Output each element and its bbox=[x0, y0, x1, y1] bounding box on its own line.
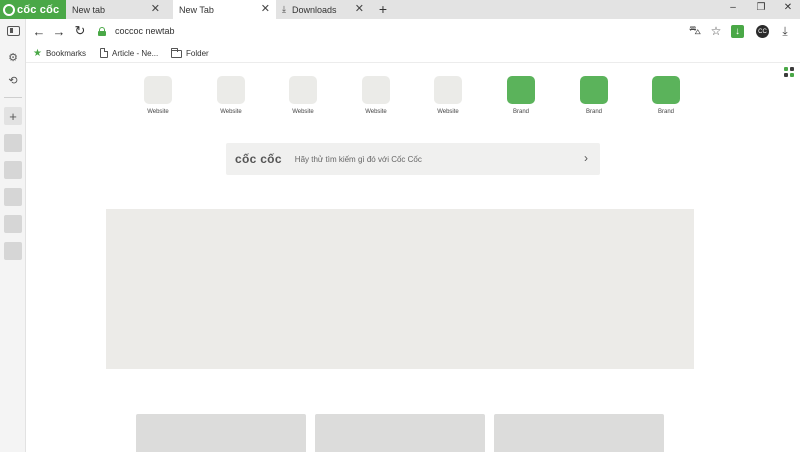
site-tile bbox=[362, 76, 390, 104]
news-card[interactable] bbox=[494, 414, 664, 452]
search-placeholder: Hãy thử tìm kiếm gì đó với Cốc Cốc bbox=[294, 154, 422, 164]
sidebar-slot[interactable] bbox=[4, 215, 22, 233]
tab-new-tab-1[interactable]: New tab ✕ bbox=[66, 0, 166, 19]
avatar[interactable]: CC bbox=[756, 25, 769, 38]
reload-button[interactable]: ↻ bbox=[72, 23, 88, 39]
toolbar: ← → ↻ coccoc newtab ⛍ ☆ ↓ CC ⤓ bbox=[26, 19, 800, 43]
close-icon[interactable]: ✕ bbox=[151, 2, 160, 15]
brand-name: cốc cốc bbox=[17, 3, 60, 16]
sidebar-slot[interactable] bbox=[4, 161, 22, 179]
browser-menu-button[interactable]: cốc cốc bbox=[0, 0, 66, 19]
news-card[interactable] bbox=[136, 414, 306, 452]
coccoc-search-logo: cốc cốc bbox=[235, 152, 282, 166]
sidebar-panel-icon[interactable] bbox=[7, 26, 20, 36]
bookmark-label: Article - Ne... bbox=[112, 48, 159, 58]
tab-label: New Tab bbox=[179, 4, 214, 15]
tab-strip: cốc cốc New tab ✕ New Tab ✕ ⤓ Downloads … bbox=[0, 0, 800, 19]
speed-dial-website[interactable]: Website bbox=[211, 76, 251, 115]
star-icon: ★ bbox=[33, 47, 42, 59]
tile-label: Brand bbox=[585, 109, 602, 115]
downloads-icon[interactable]: ⤓ bbox=[777, 23, 793, 39]
news-card[interactable] bbox=[315, 414, 485, 452]
cart-icon[interactable]: ⛍ bbox=[687, 23, 703, 39]
minimize-button[interactable]: – bbox=[726, 2, 740, 13]
tile-label: Website bbox=[220, 109, 242, 115]
brand-tile bbox=[507, 76, 535, 104]
speed-dial-website[interactable]: Website bbox=[138, 76, 178, 115]
speed-dial-brand[interactable]: Brand bbox=[501, 76, 541, 115]
bookmark-label: Folder bbox=[186, 48, 209, 58]
site-tile bbox=[144, 76, 172, 104]
sidebar-add-button[interactable]: + bbox=[4, 107, 22, 125]
sidebar-slot[interactable] bbox=[4, 188, 22, 206]
folder-icon bbox=[171, 48, 182, 58]
new-tab-button[interactable]: + bbox=[376, 1, 390, 17]
restore-button[interactable]: ❐ bbox=[754, 2, 768, 13]
address-bar[interactable]: coccoc newtab bbox=[98, 21, 748, 41]
hero-banner[interactable] bbox=[106, 209, 694, 369]
tile-label: Brand bbox=[657, 109, 674, 115]
bookmark-item-folder[interactable]: Folder bbox=[171, 46, 209, 60]
tab-label: New tab bbox=[72, 4, 106, 15]
speed-dial-brand[interactable]: Brand bbox=[574, 76, 614, 115]
history-icon[interactable]: ⟲ bbox=[6, 73, 20, 87]
site-tile bbox=[289, 76, 317, 104]
close-icon[interactable]: ✕ bbox=[355, 2, 364, 15]
close-icon[interactable]: ✕ bbox=[261, 2, 270, 15]
site-tile bbox=[217, 76, 245, 104]
new-tab-page: Website Website Website Website Website … bbox=[26, 63, 800, 452]
tile-label: Website bbox=[437, 109, 459, 115]
bookmark-star-icon[interactable]: ☆ bbox=[708, 23, 724, 39]
tile-label: Brand bbox=[512, 109, 529, 115]
tab-label: Downloads bbox=[291, 4, 337, 15]
speed-dial-brand[interactable]: Brand bbox=[646, 76, 686, 115]
chevron-right-icon[interactable]: › bbox=[584, 151, 588, 165]
window-close-button[interactable]: ✕ bbox=[781, 2, 795, 13]
bookmarks-bar: ★ Bookmarks Article - Ne... Folder bbox=[26, 43, 800, 63]
tile-label: Website bbox=[292, 109, 314, 115]
forward-button[interactable]: → bbox=[51, 23, 67, 39]
apps-grid-icon[interactable] bbox=[784, 67, 794, 77]
search-box[interactable]: cốc cốc Hãy thử tìm kiếm gì đó với Cốc C… bbox=[226, 143, 600, 175]
lock-icon bbox=[98, 26, 106, 36]
speed-dial-website[interactable]: Website bbox=[356, 76, 396, 115]
page-icon bbox=[100, 48, 108, 58]
speed-dial-website[interactable]: Website bbox=[283, 76, 323, 115]
sidebar: ⚙ ⟲ + bbox=[0, 19, 26, 452]
tab-new-tab-2[interactable]: New Tab ✕ bbox=[173, 0, 276, 19]
tab-downloads[interactable]: ⤓ Downloads ✕ bbox=[276, 0, 370, 19]
sidebar-divider bbox=[4, 97, 22, 98]
back-button[interactable]: ← bbox=[31, 23, 47, 39]
settings-icon[interactable]: ⚙ bbox=[6, 50, 20, 64]
bookmark-item-bookmarks[interactable]: ★ Bookmarks bbox=[33, 46, 86, 60]
address-text: coccoc newtab bbox=[115, 26, 175, 36]
sidebar-slot[interactable] bbox=[4, 242, 22, 260]
bookmark-label: Bookmarks bbox=[45, 48, 86, 58]
site-tile bbox=[434, 76, 462, 104]
bookmark-item-article[interactable]: Article - Ne... bbox=[100, 46, 158, 60]
speed-dial-website[interactable]: Website bbox=[428, 76, 468, 115]
download-icon: ⤓ bbox=[282, 4, 286, 14]
tile-label: Website bbox=[365, 109, 387, 115]
brand-tile bbox=[580, 76, 608, 104]
tile-label: Website bbox=[147, 109, 169, 115]
extension-download-icon[interactable]: ↓ bbox=[731, 25, 744, 38]
coccoc-logo-icon bbox=[3, 3, 15, 16]
brand-tile bbox=[652, 76, 680, 104]
sidebar-slot[interactable] bbox=[4, 134, 22, 152]
